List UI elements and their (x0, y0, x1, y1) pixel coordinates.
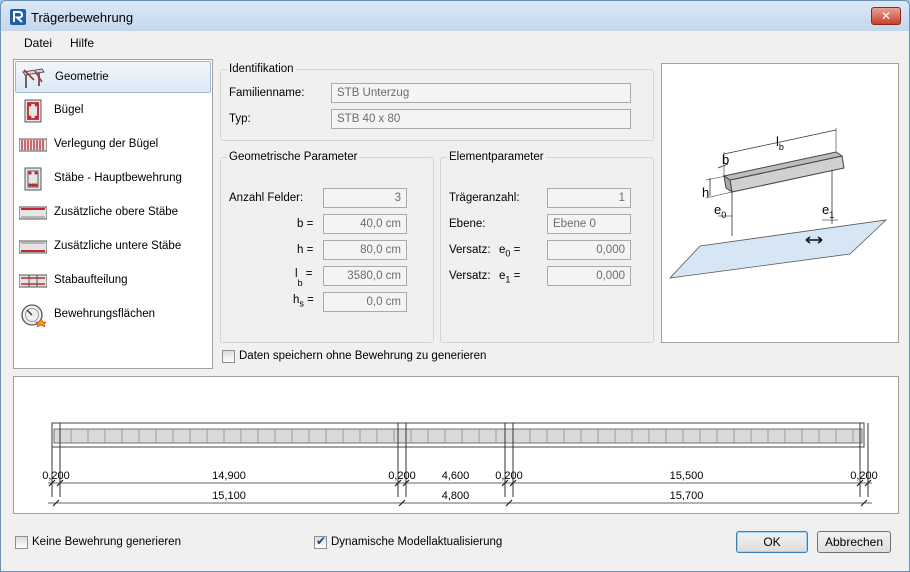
level-field[interactable]: Ebene 0 (547, 214, 631, 234)
support-width-label: 0,200 (495, 470, 523, 482)
check-icon: ✔ (316, 534, 327, 548)
dialog-window: Trägerbewehrung ✕ Datei Hilfe Geometrie (0, 0, 910, 572)
geometry-title: Geometrische Parameter (227, 151, 360, 163)
nav-item-stabaufteilung[interactable]: Stabaufteilung (15, 265, 211, 297)
hs-field[interactable]: 0,0 cm (323, 292, 407, 312)
close-button[interactable]: ✕ (871, 7, 901, 25)
nav-label-buegel: Bügel (54, 104, 84, 116)
span-label: 15,700 (670, 490, 704, 502)
span-label: 4,800 (442, 490, 470, 502)
reinforcement-areas-icon (21, 304, 47, 327)
e1-symbol: e1 = (499, 270, 521, 285)
offset0-field[interactable]: 0,000 (547, 240, 631, 260)
beam-preview: lb b h e0 e1 (661, 63, 899, 343)
preview-lb-label: lb (776, 134, 784, 152)
h-field[interactable]: 80,0 cm (323, 240, 407, 260)
nav-item-untere-staebe[interactable]: Zusätzliche untere Stäbe (15, 231, 211, 263)
top-bars-icon (19, 206, 47, 220)
family-name-field[interactable]: STB Unterzug (331, 83, 631, 103)
identification-group: Identifikation Familienname: STB Unterzu… (220, 63, 654, 141)
beam-body (53, 428, 863, 444)
support-width-label: 0,200 (850, 470, 878, 482)
close-icon: ✕ (880, 9, 892, 23)
level-label: Ebene: (449, 218, 486, 230)
preview-e1-label: e1 (822, 202, 834, 220)
span-label: 15,100 (212, 490, 246, 502)
menu-bar: Datei Hilfe (2, 31, 908, 53)
clear-span-label: 4,600 (442, 470, 470, 482)
nav-label-untere-staebe: Zusätzliche untere Stäbe (54, 240, 182, 252)
nav-label-obere-staebe: Zusätzliche obere Stäbe (54, 206, 179, 218)
cancel-button[interactable]: Abbrechen (817, 531, 891, 553)
category-list: Geometrie Bügel Verlegung der Bügel Stäb… (13, 59, 213, 369)
title-bar[interactable]: Trägerbewehrung ✕ (1, 1, 909, 31)
offset0-label: Versatz: (449, 244, 491, 256)
lb-field[interactable]: 3580,0 cm (323, 266, 407, 286)
preview-e0-label: e0 (714, 202, 726, 220)
identification-title: Identifikation (227, 63, 296, 75)
nav-item-buegel[interactable]: Bügel (15, 95, 211, 127)
spans-field[interactable]: 3 (323, 188, 407, 208)
no-reinforcement-label: Keine Bewehrung generieren (32, 536, 181, 548)
menu-datei[interactable]: Datei (24, 36, 52, 50)
menu-hilfe[interactable]: Hilfe (70, 36, 94, 50)
hs-label: hs = (293, 294, 314, 309)
dynamic-update-label: Dynamische Modellaktualisierung (331, 536, 503, 548)
clear-span-label: 14,900 (212, 470, 246, 482)
family-name-label: Familienname: (229, 87, 305, 99)
stirrup-icon (24, 99, 42, 123)
lb-label: lb = (295, 268, 313, 289)
main-bars-icon (24, 167, 42, 191)
nav-item-bewehrungsflaechen[interactable]: Bewehrungsflächen (15, 299, 211, 331)
nav-item-verlegung[interactable]: Verlegung der Bügel (15, 129, 211, 161)
no-reinforcement-checkbox[interactable] (15, 536, 28, 549)
ok-button[interactable]: OK (736, 531, 808, 553)
preview-b-label: b (722, 152, 729, 167)
type-label: Typ: (229, 113, 251, 125)
spans-label: Anzahl Felder: (229, 192, 304, 204)
stirrup-layout-icon (19, 138, 47, 152)
b-field[interactable]: 40,0 cm (323, 214, 407, 234)
offset1-label: Versatz: (449, 270, 491, 282)
beam-elevation-panel: 0,200 0,200 0,200 0,200 14,900 4,600 15,500 15,… (13, 376, 899, 514)
nav-label-verlegung: Verlegung der Bügel (54, 138, 159, 150)
element-title: Elementparameter (447, 151, 546, 163)
type-field[interactable]: STB 40 x 80 (331, 109, 631, 129)
dynamic-update-checkbox[interactable]: ✔ (314, 534, 327, 549)
nav-label-geometrie: Geometrie (55, 71, 109, 83)
geometry-icon (22, 68, 45, 88)
clear-span-label: 15,500 (670, 470, 704, 482)
save-without-reinforcement-checkbox[interactable] (222, 350, 235, 363)
save-without-reinforcement-label: Daten speichern ohne Bewehrung zu generi… (239, 350, 487, 362)
e0-symbol: e0 = (499, 244, 521, 259)
element-group: Elementparameter Trägeranzahl: 1 Ebene: … (440, 151, 654, 343)
beam-elevation-diagram: 0,200 0,200 0,200 0,200 14,900 4,600 15,500 15,… (42, 422, 878, 507)
beam-3d-diagram: lb b h e0 e1 (668, 128, 888, 279)
nav-item-hauptbewehrung[interactable]: Stäbe - Hauptbewehrung (15, 163, 211, 195)
nav-item-obere-staebe[interactable]: Zusätzliche obere Stäbe (15, 197, 211, 229)
support-width-label: 0,200 (42, 470, 70, 482)
h-label: h = (297, 244, 314, 256)
count-label: Trägeranzahl: (449, 192, 520, 204)
support-width-label: 0,200 (388, 470, 416, 482)
nav-label-stabaufteilung: Stabaufteilung (54, 274, 128, 286)
bar-distribution-icon (19, 274, 47, 288)
b-label: b = (297, 218, 314, 230)
nav-label-hauptbewehrung: Stäbe - Hauptbewehrung (54, 172, 182, 184)
window-title: Trägerbewehrung (31, 10, 134, 25)
dialog-body: Geometrie Bügel Verlegung der Bügel Stäb… (5, 53, 905, 567)
nav-label-bewehrungsflaechen: Bewehrungsflächen (54, 308, 156, 320)
count-field[interactable]: 1 (547, 188, 631, 208)
nav-item-geometrie[interactable]: Geometrie (15, 61, 211, 93)
preview-h-label: h (702, 185, 709, 200)
app-icon (10, 9, 26, 25)
geometry-group: Geometrische Parameter Anzahl Felder: 3 … (220, 151, 434, 343)
offset1-field[interactable]: 0,000 (547, 266, 631, 286)
bottom-bars-icon (19, 240, 47, 254)
